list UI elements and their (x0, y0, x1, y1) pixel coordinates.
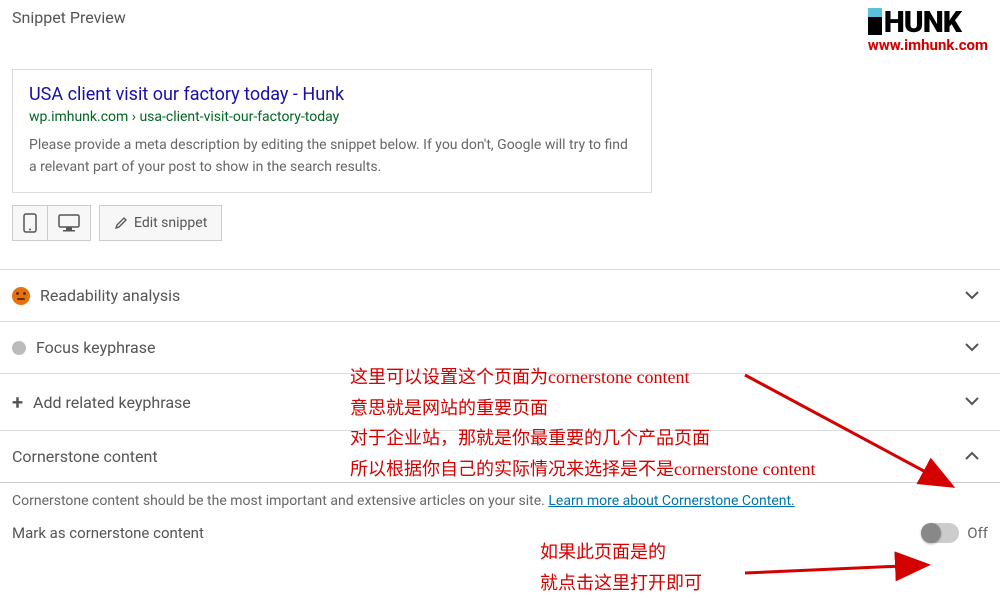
chevron-up-icon (956, 449, 988, 465)
snippet-preview-box: USA client visit our factory today - Hun… (12, 69, 652, 193)
pencil-icon (114, 216, 128, 230)
readability-section[interactable]: Readability analysis (0, 269, 1000, 321)
readability-label: Readability analysis (40, 286, 180, 305)
add-related-label: Add related keyphrase (33, 393, 191, 412)
preview-url: wp.imhunk.com › usa-client-visit-our-fac… (29, 109, 635, 125)
edit-snippet-button[interactable]: Edit snippet (99, 205, 222, 241)
mobile-preview-button[interactable] (13, 206, 47, 240)
annotation-line: 所以根据你自己的实际情况来选择是不是cornerstone content (350, 454, 815, 485)
annotation-line: 对于企业站，那就是你最重要的几个产品页面 (350, 423, 815, 454)
plus-icon: + (12, 390, 23, 414)
logo: HUNK www.imhunk.com (868, 8, 988, 53)
cornerstone-learn-more-link[interactable]: Learn more about Cornerstone Content. (548, 493, 794, 509)
snippet-preview-label: Snippet Preview (12, 8, 126, 27)
preview-description: Please provide a meta description by edi… (29, 135, 629, 178)
mark-cornerstone-label: Mark as cornerstone content (12, 524, 204, 542)
edit-snippet-label: Edit snippet (134, 215, 207, 231)
annotation-line: 这里可以设置这个页面为cornerstone content (350, 362, 815, 393)
logo-brand-text: HUNK (884, 8, 961, 38)
chevron-down-icon (956, 394, 988, 410)
chevron-down-icon (956, 340, 988, 356)
preview-title[interactable]: USA client visit our factory today - Hun… (29, 84, 635, 105)
toggle-state-label: Off (967, 524, 988, 542)
readability-score-icon (12, 287, 30, 305)
annotation-2: 如果此页面是的 就点击这里打开即可 (540, 537, 702, 598)
focus-keyphrase-label: Focus keyphrase (36, 338, 155, 357)
logo-url: www.imhunk.com (868, 38, 988, 53)
annotation-1: 这里可以设置这个页面为cornerstone content 意思就是网站的重要… (350, 362, 815, 484)
annotation-line: 就点击这里打开即可 (540, 568, 702, 599)
cornerstone-toggle[interactable] (921, 523, 959, 543)
annotation-line: 如果此页面是的 (540, 537, 702, 568)
chevron-down-icon (956, 288, 988, 304)
keyphrase-score-icon (12, 341, 26, 355)
cornerstone-help-text: Cornerstone content should be the most i… (0, 483, 1000, 513)
cornerstone-help-prefix: Cornerstone content should be the most i… (12, 493, 548, 509)
desktop-preview-button[interactable] (47, 206, 90, 240)
cornerstone-label: Cornerstone content (12, 447, 158, 466)
device-toggle (12, 205, 91, 241)
annotation-line: 意思就是网站的重要页面 (350, 393, 815, 424)
